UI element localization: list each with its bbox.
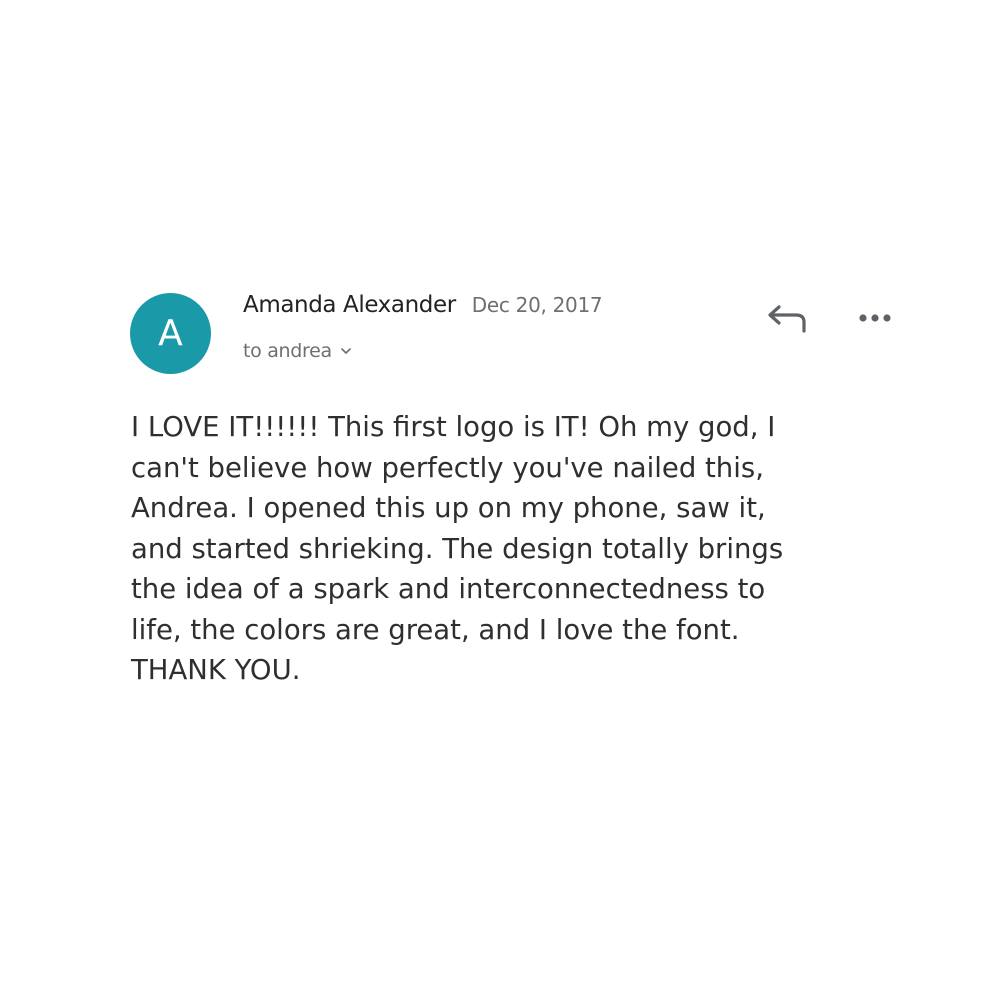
recipient-label: to andrea	[243, 340, 332, 362]
message-body-line: Andrea. I opened this up on my phone, sa…	[131, 492, 766, 524]
sent-date: Dec 20, 2017	[471, 293, 603, 317]
reply-button[interactable]	[764, 300, 808, 338]
more-options-icon	[859, 314, 891, 322]
chevron-down-icon	[341, 348, 351, 354]
message-body-line: and started shrieking. The design totall…	[131, 532, 784, 565]
sender-name[interactable]: Amanda Alexander	[243, 292, 456, 318]
message-body-line: I LOVE IT!!!!!! This first logo is IT! O…	[131, 411, 776, 443]
recipient-details-toggle[interactable]: to andrea	[243, 340, 352, 362]
message-body-line: THANK YOU.	[131, 654, 301, 686]
more-options-button[interactable]	[856, 304, 896, 332]
email-message: A Amanda Alexander Dec 20, 2017 to andre…	[0, 0, 1000, 1000]
message-body: I LOVE IT!!!!!! This first logo is IT! O…	[131, 407, 871, 691]
avatar[interactable]: A	[130, 293, 211, 374]
message-body-line: can't believe how perfectly you've naile…	[131, 451, 764, 484]
message-body-line: the idea of a spark and interconnectedne…	[131, 573, 766, 605]
avatar-letter: A	[158, 312, 183, 354]
message-body-line: life, the colors are great, and I love t…	[131, 613, 740, 646]
reply-icon	[768, 305, 806, 333]
message-header: Amanda Alexander Dec 20, 2017	[243, 292, 603, 318]
